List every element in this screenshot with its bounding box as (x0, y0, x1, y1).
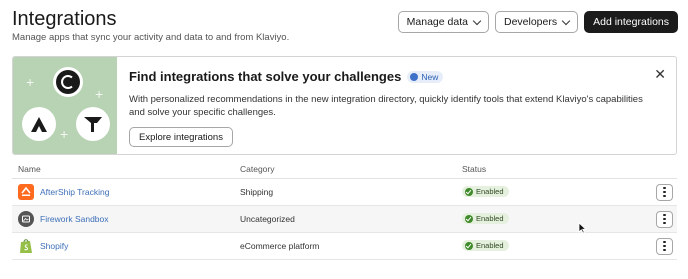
more-options-button[interactable] (656, 210, 673, 228)
explore-integrations-button[interactable]: Explore integrations (129, 127, 233, 147)
category-cell: Uncategorized (240, 214, 295, 224)
column-header-category: Category (240, 164, 275, 174)
manage-data-label: Manage data (406, 16, 468, 28)
banner-title: Find integrations that solve your challe… (129, 69, 656, 84)
integration-name-cell: Firework Sandbox (12, 211, 240, 227)
status-label: Enabled (476, 187, 504, 197)
status-cell: Enabled (462, 213, 652, 225)
aftership-icon (18, 184, 34, 200)
banner-title-text: Find integrations that solve your challe… (129, 69, 402, 84)
kebab-dot (663, 241, 666, 244)
firework-icon (18, 211, 34, 227)
add-integrations-button[interactable]: Add integrations (584, 11, 678, 33)
chevron-down-icon (561, 16, 571, 25)
chevron-down-icon (472, 16, 482, 25)
category-cell: Shipping (240, 187, 274, 197)
new-badge-label: New (421, 71, 439, 82)
row-menu-cell (652, 183, 677, 201)
status-badge: Enabled (462, 213, 509, 225)
plus-decoration-icon: + (60, 126, 69, 142)
integration-link[interactable]: Firework Sandbox (40, 214, 109, 224)
integration-link[interactable]: AfterShip Tracking (40, 187, 109, 197)
status-label: Enabled (476, 214, 504, 224)
plus-decoration-icon: + (95, 86, 104, 102)
kebab-dot (663, 187, 666, 190)
info-icon (410, 72, 419, 81)
banner-illustration: + + + (13, 57, 117, 154)
mouse-cursor-icon (578, 221, 587, 239)
kebab-dot (663, 214, 666, 217)
status-badge: Enabled (462, 186, 509, 198)
integration-name-cell: Shopify (12, 238, 240, 254)
integrations-table: Name Category Status AfterShip Tracking … (12, 160, 677, 260)
kebab-dot (663, 244, 666, 248)
more-options-button[interactable] (656, 237, 673, 255)
banner-content: Find integrations that solve your challe… (129, 69, 656, 147)
a-logo-icon (22, 107, 56, 141)
table-row: AfterShip Tracking Shipping Enabled (12, 179, 677, 206)
developers-label: Developers (503, 16, 558, 28)
developers-button[interactable]: Developers (494, 11, 579, 33)
promo-banner: + + + Find integrations that solve your … (12, 56, 677, 155)
row-menu-cell (652, 210, 677, 228)
y-logo-icon (76, 107, 110, 141)
column-header-status: Status (462, 164, 487, 174)
shopify-icon (18, 238, 34, 254)
column-header-name: Name (18, 164, 41, 174)
plus-decoration-icon: + (26, 74, 35, 90)
kebab-dot (663, 248, 666, 251)
check-icon (465, 187, 473, 196)
status-badge: Enabled (462, 240, 509, 252)
page-title: Integrations (12, 8, 117, 30)
header-actions: Manage data Developers Add integrations (397, 11, 678, 33)
kebab-dot (663, 190, 666, 194)
integration-link[interactable]: Shopify (40, 241, 68, 251)
banner-description: With personalized recommendations in the… (129, 94, 643, 118)
c-logo-icon (53, 67, 83, 97)
status-label: Enabled (476, 241, 504, 251)
kebab-dot (663, 217, 666, 221)
integration-name-cell: AfterShip Tracking (12, 184, 240, 200)
manage-data-button[interactable]: Manage data (397, 11, 489, 33)
status-cell: Enabled (462, 186, 652, 198)
category-cell: eCommerce platform (240, 241, 320, 251)
close-icon[interactable]: ✕ (654, 67, 666, 81)
check-icon (465, 241, 473, 250)
kebab-dot (663, 194, 666, 197)
more-options-button[interactable] (656, 183, 673, 201)
row-menu-cell (652, 237, 677, 255)
check-icon (465, 214, 473, 223)
status-cell: Enabled (462, 240, 652, 252)
page-subtitle: Manage apps that sync your activity and … (12, 32, 290, 43)
new-badge: New (407, 70, 444, 83)
page-header: Integrations Manage apps that sync your … (12, 8, 289, 43)
kebab-dot (663, 221, 666, 224)
table-header: Name Category Status (12, 160, 677, 179)
